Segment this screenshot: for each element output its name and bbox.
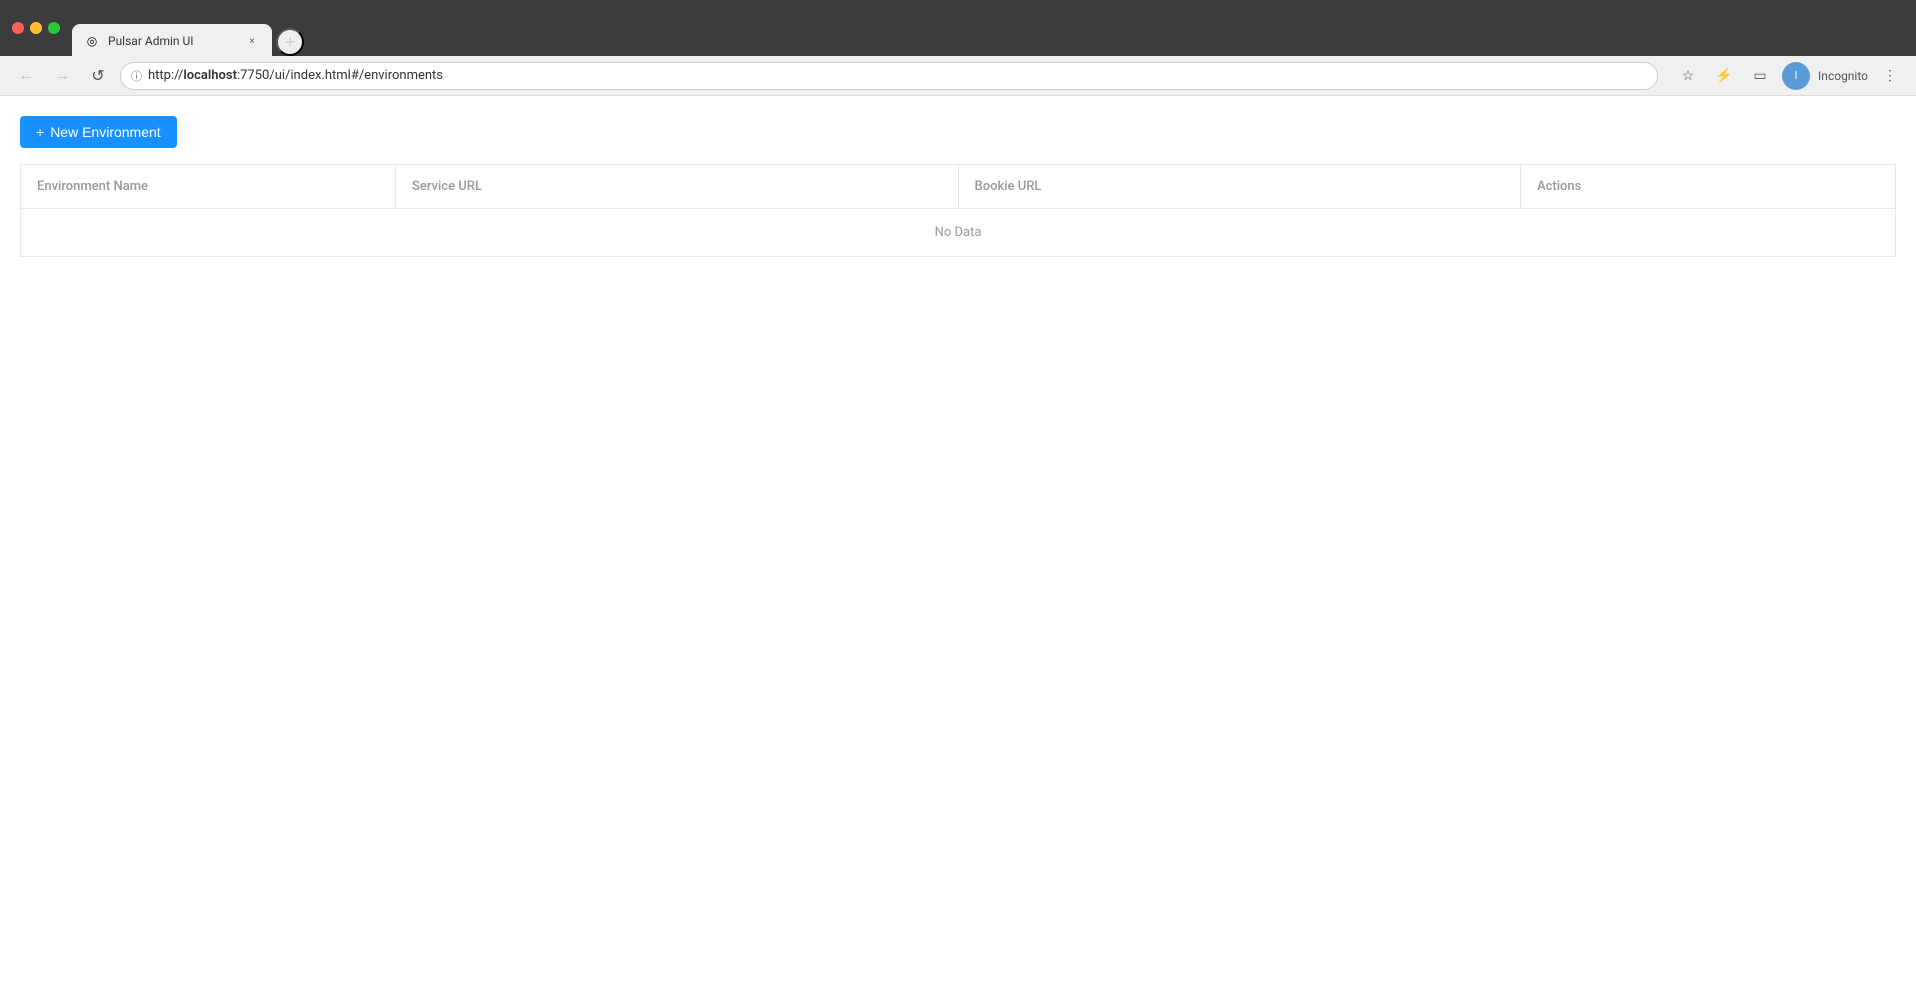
tab-favicon: ◎ bbox=[84, 33, 100, 49]
new-environment-label: New Environment bbox=[50, 124, 161, 140]
col-header-bookie-url: Bookie URL bbox=[958, 165, 1521, 209]
table-header: Environment Name Service URL Bookie URL … bbox=[21, 165, 1896, 209]
bookmark-button[interactable]: ☆ bbox=[1674, 62, 1702, 90]
url-protocol: http:// bbox=[148, 68, 183, 83]
back-button[interactable]: ← bbox=[12, 62, 40, 90]
profile-name: Incognito bbox=[1818, 69, 1868, 83]
toolbar-actions: ☆ ⚡ ▭ I Incognito ⋮ bbox=[1674, 62, 1904, 90]
browser-menu-button[interactable]: ⋮ bbox=[1876, 62, 1904, 90]
page-content: + New Environment Environment Name Servi… bbox=[0, 96, 1916, 994]
traffic-lights bbox=[12, 22, 60, 34]
forward-button[interactable]: → bbox=[48, 62, 76, 90]
table-body: No Data bbox=[21, 209, 1896, 257]
close-window-button[interactable] bbox=[12, 22, 24, 34]
extensions-button[interactable]: ⚡ bbox=[1710, 62, 1738, 90]
address-bar-url: http://localhost:7750/ui/index.html#/env… bbox=[148, 68, 1647, 83]
new-tab-button[interactable]: + bbox=[276, 28, 304, 56]
new-environment-button[interactable]: + New Environment bbox=[20, 116, 177, 148]
environments-table: Environment Name Service URL Bookie URL … bbox=[20, 164, 1896, 257]
empty-state-message: No Data bbox=[21, 209, 1896, 257]
profile-avatar[interactable]: I bbox=[1782, 62, 1810, 90]
url-domain: localhost bbox=[183, 68, 237, 83]
col-header-actions: Actions bbox=[1521, 165, 1896, 209]
tab-bar: ◎ Pulsar Admin UI × + bbox=[72, 0, 1904, 56]
empty-state-row: No Data bbox=[21, 209, 1896, 257]
window-button[interactable]: ▭ bbox=[1746, 62, 1774, 90]
reload-button[interactable]: ↺ bbox=[84, 62, 112, 90]
col-header-name: Environment Name bbox=[21, 165, 396, 209]
security-icon: ⓘ bbox=[131, 68, 142, 84]
browser-toolbar: ← → ↺ ⓘ http://localhost:7750/ui/index.h… bbox=[0, 56, 1916, 96]
browser-chrome: ◎ Pulsar Admin UI × + bbox=[0, 0, 1916, 56]
active-tab[interactable]: ◎ Pulsar Admin UI × bbox=[72, 24, 272, 58]
table-header-row: Environment Name Service URL Bookie URL … bbox=[21, 165, 1896, 209]
tab-close-button[interactable]: × bbox=[244, 33, 260, 49]
maximize-window-button[interactable] bbox=[48, 22, 60, 34]
address-bar[interactable]: ⓘ http://localhost:7750/ui/index.html#/e… bbox=[120, 62, 1658, 90]
tab-title: Pulsar Admin UI bbox=[108, 34, 236, 48]
minimize-window-button[interactable] bbox=[30, 22, 42, 34]
url-path: :7750/ui/index.html#/environments bbox=[237, 68, 443, 83]
col-header-service-url: Service URL bbox=[396, 165, 959, 209]
new-environment-icon: + bbox=[36, 124, 44, 140]
